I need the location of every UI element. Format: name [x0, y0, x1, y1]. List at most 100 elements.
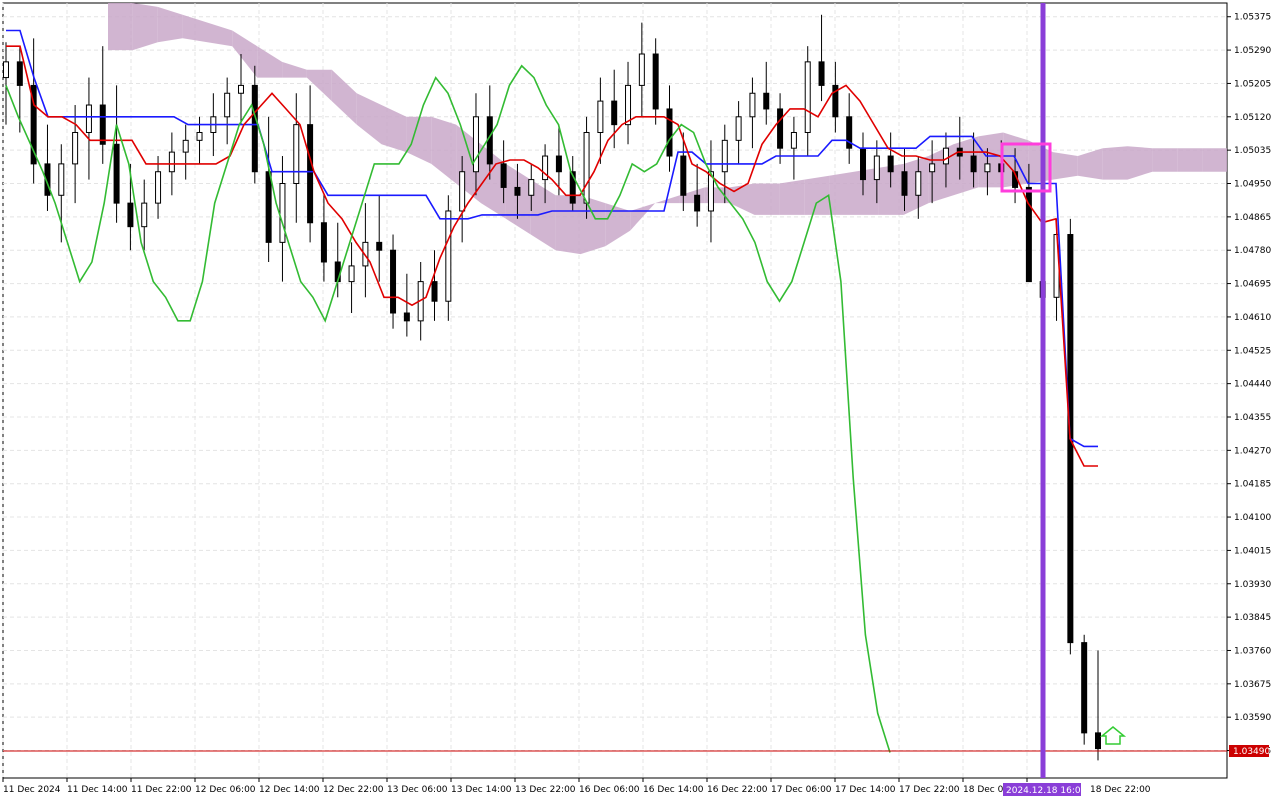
current-price-label: 1.03490 — [1233, 747, 1270, 757]
candle-body — [597, 100, 604, 133]
candle-body — [459, 171, 466, 212]
cloud-segment — [829, 171, 854, 215]
candle-body — [376, 241, 383, 251]
candle-body — [1095, 732, 1101, 750]
candle-body — [915, 171, 922, 196]
candle-body — [182, 139, 189, 153]
candle-body — [625, 84, 632, 126]
y-tick-label: 1.04270 — [1234, 446, 1271, 456]
candle-body — [652, 53, 659, 110]
x-tick-label: 11 Dec 22:00 — [131, 785, 192, 795]
cloud-segment — [804, 175, 830, 215]
x-tick-label: 13 Dec 14:00 — [451, 785, 512, 795]
x-tick-label: 17 Dec 06:00 — [771, 785, 832, 795]
x-tick-label: 16 Dec 06:00 — [579, 785, 640, 795]
x-tick-label: 12 Dec 06:00 — [195, 785, 256, 795]
cloud-segment — [978, 132, 1004, 188]
candle-body — [431, 281, 438, 302]
candle-body — [403, 312, 410, 322]
candle-body — [942, 147, 949, 165]
candle-body — [472, 116, 479, 173]
y-tick-label: 1.04950 — [1234, 180, 1271, 190]
candle-body — [85, 104, 92, 133]
candle-body — [666, 108, 673, 157]
y-tick-label: 1.05205 — [1234, 79, 1271, 89]
candle-body — [390, 249, 397, 314]
y-tick-label: 1.04100 — [1234, 513, 1271, 523]
candle-body — [860, 147, 867, 181]
y-axis: 1.05375 1.05290 1.05205 1.05120 1.05035 1.049… — [1227, 13, 1271, 757]
candle-body — [555, 155, 562, 173]
y-tick-label: 1.04695 — [1234, 280, 1271, 290]
y-tick-label: 1.04610 — [1234, 313, 1271, 323]
y-tick-label: 1.04780 — [1234, 246, 1271, 256]
candle-body — [721, 139, 728, 173]
candle-body — [528, 179, 535, 196]
x-tick-label: 13 Dec 22:00 — [515, 785, 576, 795]
candle-body — [790, 131, 797, 149]
candle-body — [16, 61, 23, 86]
candle-body — [224, 92, 231, 118]
candle-body — [155, 171, 162, 204]
candle-body — [777, 108, 784, 149]
y-tick-label: 1.03930 — [1234, 580, 1271, 590]
candle-body — [348, 265, 355, 283]
candle-body — [320, 222, 327, 263]
candle-body — [265, 171, 272, 243]
candle-body — [237, 84, 244, 94]
y-tick-label: 1.03760 — [1234, 646, 1271, 656]
y-tick-label: 1.03590 — [1234, 713, 1271, 723]
candle-body — [500, 163, 507, 188]
candle-body — [127, 202, 134, 228]
y-tick-label: 1.04015 — [1234, 546, 1271, 556]
y-tick-label: 1.05035 — [1234, 146, 1271, 156]
cloud-segment — [779, 179, 805, 215]
candle-body — [113, 143, 120, 204]
x-tick-label: 11 Dec 2024 — [3, 785, 61, 795]
candle-body — [873, 155, 880, 181]
candle-body — [804, 61, 811, 133]
y-tick-label: 1.04440 — [1234, 380, 1271, 390]
candle-body — [293, 124, 300, 185]
candle-body — [3, 61, 9, 79]
x-axis: 11 Dec 2024 11 Dec 14:00 11 Dec 22:00 12 De… — [2, 778, 1151, 795]
candle-body — [251, 84, 258, 173]
x-tick-label: 12 Dec 22:00 — [323, 785, 384, 795]
candle-body — [168, 151, 175, 173]
y-tick-label: 1.04185 — [1234, 480, 1271, 490]
cloud-segment — [1202, 148, 1227, 172]
y-tick-label: 1.04525 — [1234, 346, 1271, 356]
candle-body — [514, 186, 521, 196]
price-chart[interactable]: 1.05375 1.05290 1.05205 1.05120 1.05035 1.049… — [0, 0, 1280, 800]
cloud-segment — [132, 3, 158, 51]
cloud-segment — [580, 195, 606, 255]
candle-body — [735, 116, 742, 141]
candle-body — [680, 155, 687, 196]
candle-body — [970, 155, 977, 173]
cloud-segment — [108, 3, 133, 51]
y-tick-label: 1.04865 — [1234, 213, 1271, 223]
candle-body — [196, 131, 203, 141]
candle-body — [901, 171, 908, 196]
y-tick-label: 1.05375 — [1234, 13, 1271, 23]
candle-body — [887, 155, 894, 173]
candle-body — [763, 92, 770, 110]
candle-body — [611, 100, 618, 126]
y-tick-label: 1.04355 — [1234, 413, 1271, 423]
y-tick-label: 1.03845 — [1234, 613, 1271, 623]
candle-body — [1081, 642, 1088, 734]
cloud-segment — [1177, 148, 1203, 172]
cloud-segment — [1152, 148, 1178, 172]
x-tick-label: 11 Dec 14:00 — [67, 785, 128, 795]
cloud-segment — [1052, 152, 1078, 180]
highlighted-time-label: 2024.12.18 16:00 — [1006, 786, 1087, 796]
x-tick-label: 16 Dec 14:00 — [643, 785, 704, 795]
cloud-segment — [1102, 146, 1128, 180]
candle-body — [818, 61, 825, 86]
candle-body — [72, 131, 79, 165]
x-tick-label: 17 Dec 22:00 — [899, 785, 960, 795]
candle-body — [141, 202, 148, 228]
y-tick-label: 1.05290 — [1234, 46, 1271, 56]
cloud-segment — [754, 183, 780, 215]
x-tick-label: 16 Dec 22:00 — [707, 785, 768, 795]
